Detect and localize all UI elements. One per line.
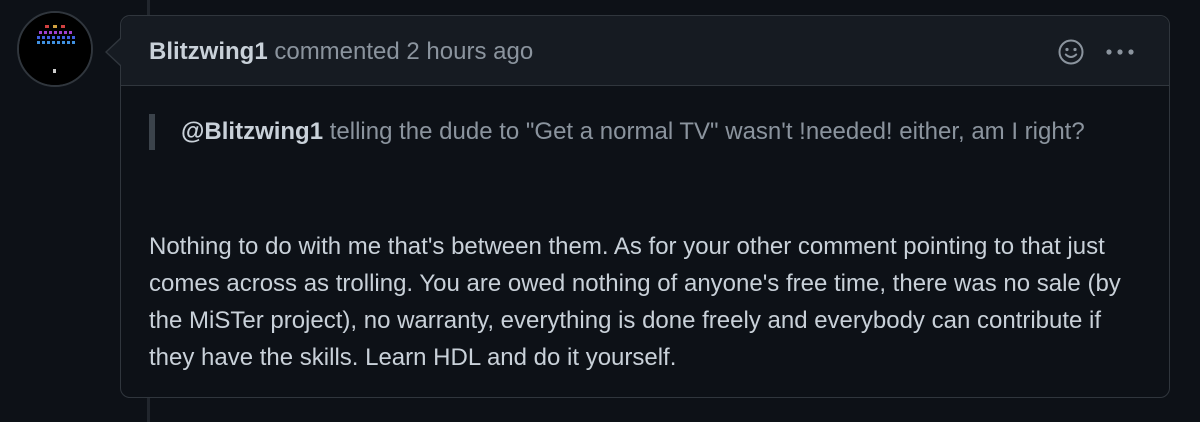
- smiley-icon[interactable]: [1057, 38, 1085, 66]
- comment-header: Blitzwing1 commented 2 hours ago: [121, 16, 1169, 86]
- comment-caret-fill: [107, 38, 122, 66]
- kebab-horizontal-icon[interactable]: [1103, 40, 1137, 64]
- mention-link[interactable]: @Blitzwing1: [181, 118, 323, 145]
- avatar[interactable]: [17, 11, 93, 87]
- comment-box: Blitzwing1 commented 2 hours ago @Blitzw…: [105, 15, 1170, 398]
- space-invaders-avatar-icon: [19, 13, 91, 85]
- comment-timestamp[interactable]: 2 hours ago: [406, 38, 533, 65]
- comment-action: commented: [274, 38, 400, 65]
- blockquote: @Blitzwing1 telling the dude to "Get a n…: [149, 114, 1109, 150]
- author-link[interactable]: Blitzwing1: [149, 38, 268, 65]
- comment-meta: Blitzwing1 commented 2 hours ago: [149, 37, 533, 67]
- comment-text: Nothing to do with me that's between the…: [149, 233, 1121, 371]
- quote-text: telling the dude to "Get a normal TV" wa…: [329, 118, 1085, 145]
- timeline: Blitzwing1 commented 2 hours ago @Blitzw…: [0, 0, 1200, 422]
